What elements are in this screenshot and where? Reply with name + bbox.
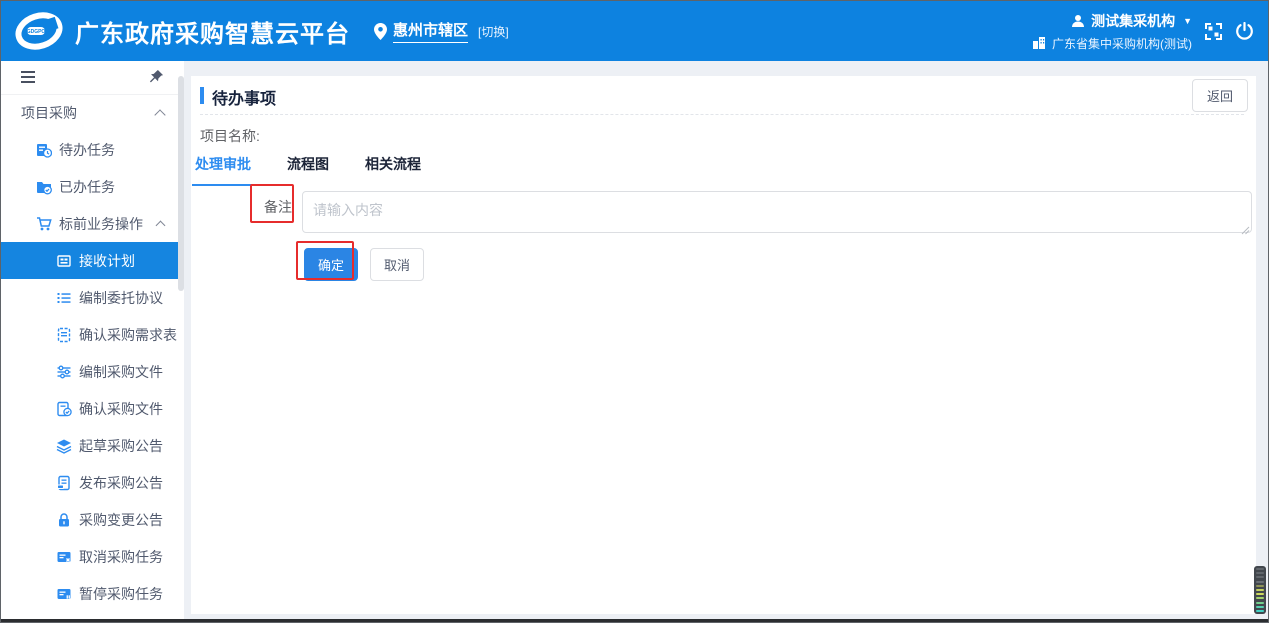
dashed-divider bbox=[200, 114, 1244, 115]
sidebar-scrollbar[interactable] bbox=[178, 76, 184, 291]
todo-tasks-icon bbox=[36, 142, 52, 158]
sidebar: 项目采购 待办任务 已办任务 bbox=[1, 61, 184, 623]
pre-bid-operations-icon bbox=[36, 216, 52, 232]
region-switch-link[interactable]: [切换] bbox=[478, 23, 509, 40]
sidebar-item-label: 发布采购公告 bbox=[79, 473, 163, 493]
sidebar-item-label: 确认采购文件 bbox=[79, 399, 163, 419]
change-notice-icon bbox=[56, 512, 72, 528]
location-pin-icon bbox=[374, 23, 387, 40]
sidebar-item-confirm-document[interactable]: 确认采购文件 bbox=[1, 390, 184, 427]
draft-notice-icon bbox=[56, 438, 72, 454]
tab-related-flows[interactable]: 相关流程 bbox=[362, 154, 424, 186]
tab-flow-chart[interactable]: 流程图 bbox=[284, 154, 332, 186]
sidebar-item-label: 确认采购需求表 bbox=[79, 325, 177, 345]
logout-button[interactable] bbox=[1235, 1, 1254, 61]
sidebar-item-label: 取消采购任务 bbox=[79, 547, 163, 567]
scroll-minimap-widget bbox=[1254, 566, 1266, 614]
remark-textarea[interactable] bbox=[302, 191, 1252, 233]
region-selector: 惠州市辖区 [切换] bbox=[374, 19, 509, 43]
sidebar-item-entrust-agreement[interactable]: 编制委托协议 bbox=[1, 279, 184, 316]
sidebar-item-label: 采购变更公告 bbox=[79, 510, 163, 530]
page-title: 待办事项 bbox=[212, 85, 276, 109]
sidebar-item-label: 起草采购公告 bbox=[79, 436, 163, 456]
tab-bar: 处理审批 流程图 相关流程 bbox=[192, 154, 454, 186]
back-button[interactable]: 返回 bbox=[1192, 79, 1248, 112]
collapse-menu-icon[interactable] bbox=[21, 71, 35, 86]
receive-plan-icon bbox=[56, 253, 72, 269]
sidebar-item-pause-task[interactable]: 暂停采购任务 bbox=[1, 575, 184, 612]
sidebar-item-label: 标前业务操作 bbox=[59, 214, 143, 234]
remark-label: 备注 bbox=[264, 197, 292, 217]
sidebar-toolbar bbox=[1, 61, 184, 95]
sidebar-item-label: 编制采购文件 bbox=[79, 362, 163, 382]
tab-process-approval[interactable]: 处理审批 bbox=[192, 154, 254, 186]
region-name-link[interactable]: 惠州市辖区 bbox=[393, 19, 468, 43]
chevron-up-icon bbox=[156, 221, 166, 231]
app-window: GDGPO 广东政府采购智慧云平台 惠州市辖区 [切换] 测试集采机构 ▼ bbox=[0, 0, 1269, 623]
confirm-requirement-icon bbox=[56, 327, 72, 343]
fullscreen-button[interactable] bbox=[1205, 1, 1222, 61]
entrust-agreement-icon bbox=[56, 290, 72, 306]
brand: GDGPO 广东政府采购智慧云平台 bbox=[15, 11, 350, 51]
done-tasks-icon bbox=[36, 179, 52, 195]
user-menu[interactable]: 测试集采机构 ▼ bbox=[1070, 11, 1192, 31]
sidebar-section-project-procurement[interactable]: 项目采购 bbox=[1, 95, 184, 131]
sidebar-item-confirm-requirement[interactable]: 确认采购需求表 bbox=[1, 316, 184, 353]
chevron-down-icon: ▼ bbox=[1183, 16, 1192, 26]
cancel-task-icon bbox=[56, 549, 72, 565]
form-actions: 确定 取消 bbox=[304, 248, 424, 281]
confirm-document-icon bbox=[56, 401, 72, 417]
confirm-button[interactable]: 确定 bbox=[304, 248, 358, 281]
sidebar-item-done-tasks[interactable]: 已办任务 bbox=[1, 168, 184, 205]
app-title: 广东政府采购智慧云平台 bbox=[75, 14, 350, 49]
organization-icon bbox=[1031, 35, 1047, 51]
user-name: 测试集采机构 bbox=[1091, 11, 1175, 31]
fullscreen-expand-icon bbox=[1205, 23, 1222, 40]
power-icon bbox=[1235, 22, 1254, 41]
sidebar-item-todo-tasks[interactable]: 待办任务 bbox=[1, 131, 184, 168]
cancel-button[interactable]: 取消 bbox=[370, 248, 424, 281]
title-accent-bar bbox=[200, 87, 204, 104]
gdgpo-logo-icon: GDGPO bbox=[15, 11, 63, 51]
sidebar-item-pre-bid-operations[interactable]: 标前业务操作 bbox=[1, 205, 184, 242]
sidebar-item-label: 编制委托协议 bbox=[79, 288, 163, 308]
sidebar-item-label: 暂停采购任务 bbox=[79, 584, 163, 604]
pause-task-icon bbox=[56, 586, 72, 602]
org-block: 广东省集中采购机构(测试) bbox=[1031, 35, 1192, 52]
project-name-label: 项目名称: bbox=[200, 126, 260, 146]
content-card: 待办事项 返回 项目名称: 处理审批 流程图 相关流程 备注 确定 取消 bbox=[191, 76, 1256, 614]
pin-icon[interactable] bbox=[149, 69, 164, 84]
sidebar-item-label: 接收计划 bbox=[79, 251, 135, 271]
sidebar-item-label: 待办任务 bbox=[59, 140, 115, 160]
sidebar-item-draft-notice[interactable]: 起草采购公告 bbox=[1, 427, 184, 464]
sidebar-item-publish-notice[interactable]: 发布采购公告 bbox=[1, 464, 184, 501]
account-block: 测试集采机构 ▼ 广东省集中采购机构(测试) bbox=[1031, 1, 1192, 61]
top-header: GDGPO 广东政府采购智慧云平台 惠州市辖区 [切换] 测试集采机构 ▼ bbox=[1, 1, 1268, 61]
svg-text:GDGPO: GDGPO bbox=[27, 29, 46, 35]
compile-document-icon bbox=[56, 364, 72, 380]
sidebar-menu: 待办任务 已办任务 标前业务操作 bbox=[1, 131, 184, 623]
user-icon bbox=[1070, 13, 1086, 29]
sidebar-section-label: 项目采购 bbox=[21, 103, 77, 123]
sidebar-item-label: 已办任务 bbox=[59, 177, 115, 197]
publish-notice-icon bbox=[56, 475, 72, 491]
sidebar-item-cancel-task[interactable]: 取消采购任务 bbox=[1, 538, 184, 575]
sidebar-item-receive-plan[interactable]: 接收计划 bbox=[1, 242, 184, 279]
chevron-up-icon bbox=[154, 109, 165, 120]
org-name: 广东省集中采购机构(测试) bbox=[1052, 35, 1192, 52]
sidebar-item-change-notice[interactable]: 采购变更公告 bbox=[1, 501, 184, 538]
sidebar-item-compile-document[interactable]: 编制采购文件 bbox=[1, 353, 184, 390]
content-header: 待办事项 返回 bbox=[191, 76, 1256, 114]
window-bottom-edge bbox=[1, 619, 1268, 622]
